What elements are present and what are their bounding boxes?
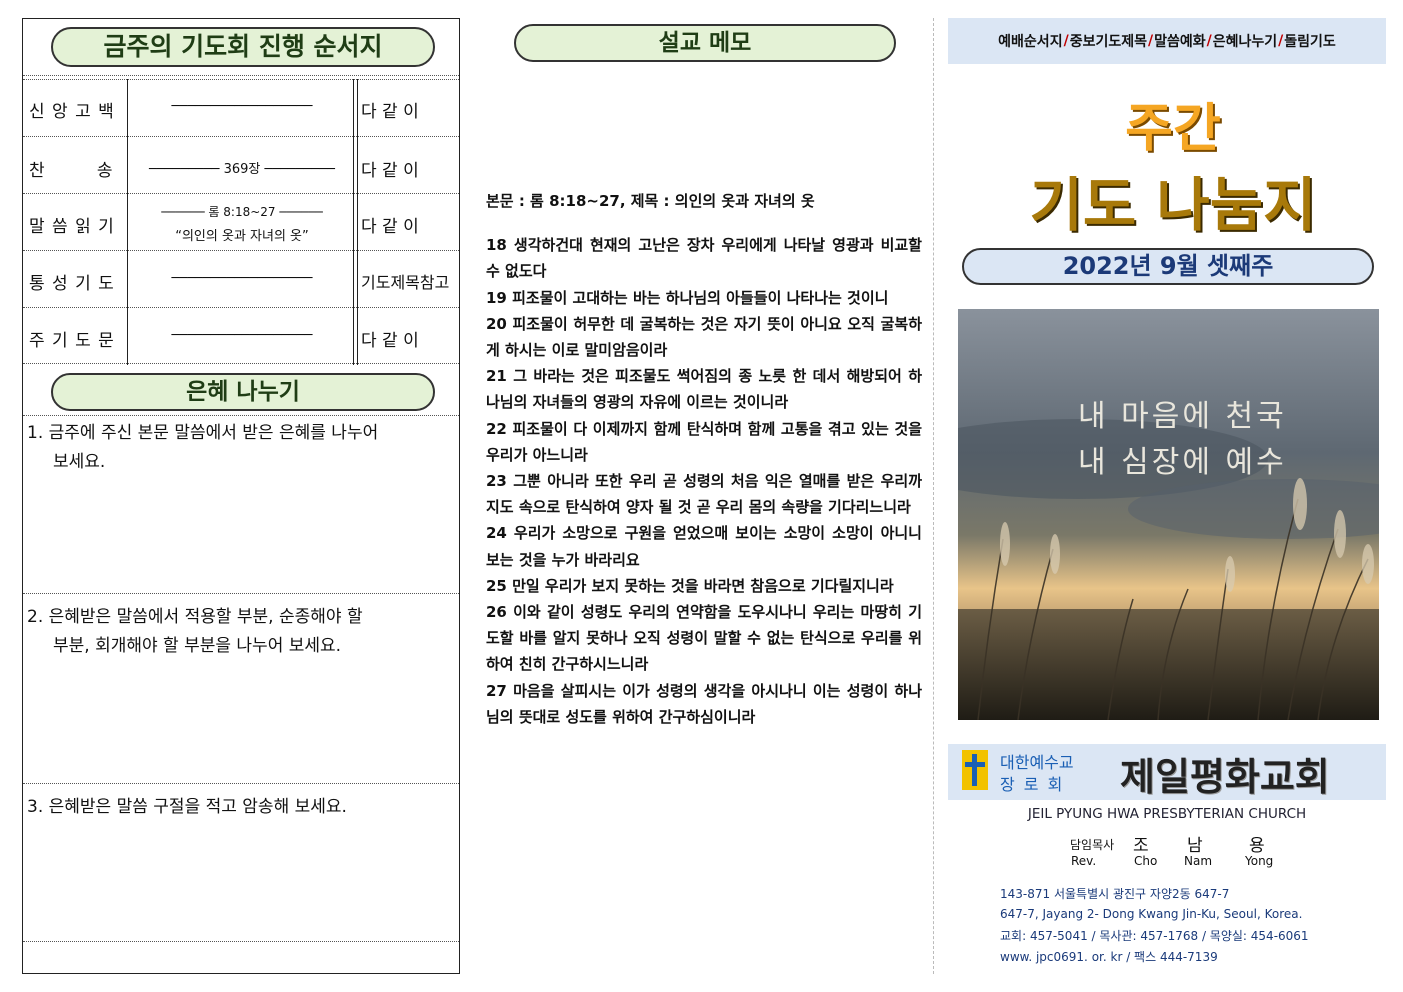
denomination-line2: 장 로 회 bbox=[1000, 775, 1065, 794]
order-row-leader: 다 같 이 bbox=[361, 102, 419, 122]
verse: 24 우리가 소망으로 구원을 얻었으매 보이는 소망이 소망이 아니니 보는 … bbox=[486, 524, 922, 569]
cross-logo-icon bbox=[962, 750, 988, 790]
verse: 21 그 바라는 것은 피조물도 썩어짐의 종 노릇 한 데서 해방되어 하나님… bbox=[486, 367, 922, 412]
table-divider bbox=[127, 79, 128, 365]
separator: / bbox=[1147, 33, 1154, 49]
phone-numbers: 교회: 457-5041 / 목사관: 457-1768 / 목양실: 454-… bbox=[1000, 929, 1309, 943]
order-row-leader: 다 같 이 bbox=[361, 331, 419, 351]
divider bbox=[23, 363, 459, 364]
pastor-label: 담임목사 bbox=[1070, 838, 1115, 852]
order-row-line: ────────────────── bbox=[171, 271, 313, 286]
order-row-label: 주 기 도 문 bbox=[29, 331, 115, 351]
sunset-field-image bbox=[958, 309, 1379, 720]
grace-question-2: 2. 은혜받은 말씀에서 적용할 부분, 순종해야 할 부분, 회개해야 할 부… bbox=[27, 607, 363, 656]
week-date: 2022년 9월 셋째주 bbox=[962, 248, 1374, 285]
separator: / bbox=[1278, 33, 1284, 49]
church-english-name: JEIL PYUNG HWA PRESBYTERIAN CHURCH bbox=[1027, 806, 1307, 822]
order-row-line: ────────────────── bbox=[171, 328, 313, 343]
cover-photo: 내 마음에 천국 내 심장에 예수 bbox=[958, 309, 1379, 720]
order-row-passage: ────── 롬 8:18~27 ────── bbox=[161, 205, 323, 219]
separator: / bbox=[1206, 33, 1212, 49]
order-row-label: 통 성 기 도 bbox=[29, 274, 115, 294]
pastor-eng-name: Yong bbox=[1245, 854, 1274, 868]
order-row-leader: 다 같 이 bbox=[361, 217, 419, 237]
pastor-name-char: 용 bbox=[1249, 836, 1265, 856]
divider bbox=[23, 79, 459, 80]
pastor-eng-name: Cho bbox=[1134, 854, 1158, 868]
church-name: 제일평화교회 bbox=[1120, 755, 1330, 799]
divider bbox=[23, 193, 459, 194]
section-tabs: 예배순서지 / 중보기도제목 / 말씀예화 / 은혜나누기 / 돌림기도 bbox=[948, 18, 1386, 64]
divider bbox=[23, 415, 459, 416]
title-weekly: 주간 bbox=[1125, 99, 1221, 159]
divider bbox=[23, 941, 459, 942]
tab-label: 은혜나누기 bbox=[1212, 34, 1278, 50]
pastor-rev: Rev. bbox=[1071, 854, 1097, 868]
verse: 20 피조물이 허무한 데 굴복하는 것은 자기 뜻이 아니요 오직 굴복하게 … bbox=[486, 314, 922, 360]
denomination-line1: 대한예수교 bbox=[1000, 753, 1074, 772]
verse: 22 피조물이 다 이제까지 함께 탄식하며 함께 고통을 겪고 있는 것을 우… bbox=[486, 419, 922, 464]
verse: 19 피조물이 고대하는 바는 하나님의 아들들이 나타나는 것이니 bbox=[486, 288, 889, 307]
divider bbox=[23, 136, 459, 137]
verse: 25 만일 우리가 보지 못하는 것을 바라면 참음으로 기다릴지니라 bbox=[486, 576, 894, 595]
sermon-text: 본문 : 롬 8:18~27, 제목 : 의인의 옷과 자녀의 옷 18 생각하… bbox=[486, 188, 922, 730]
order-row-label: 찬 송 bbox=[29, 161, 114, 181]
divider bbox=[23, 783, 459, 784]
grace-heading: 은혜 나누기 bbox=[51, 373, 435, 411]
address-korean: 143-871 서울특별시 광진구 자양2동 647-7 bbox=[1000, 887, 1230, 901]
verse: 27 마음을 살피시는 이가 성령의 생각을 아시나니 이는 성령이 하나님의 … bbox=[486, 681, 922, 726]
divider bbox=[23, 250, 459, 251]
verse: 23 그뿐 아니라 또한 우리 곧 성령의 처음 익은 열매를 받은 우리까지도… bbox=[486, 472, 922, 517]
table-divider bbox=[353, 79, 354, 365]
title-prayer-sharing: 기도 나눔지 bbox=[1029, 171, 1317, 239]
pastor-name-char: 남 bbox=[1187, 836, 1203, 856]
separator: / bbox=[1063, 33, 1069, 49]
address-english: 647-7, Jayang 2- Dong Kwang Jin-Ku, Seou… bbox=[1000, 907, 1303, 921]
tab-label: 돌림기도 bbox=[1284, 34, 1336, 50]
grace-question-1: 1. 금주에 주신 본문 말씀에서 받은 은혜를 나누어 보세요. bbox=[27, 423, 379, 472]
church-banner: 대한예수교 장 로 회 제일평화교회 bbox=[948, 744, 1386, 800]
fold-line bbox=[933, 18, 934, 974]
order-row-leader: 다 같 이 bbox=[361, 161, 419, 181]
order-row-hymn: ───────── 369장 ───────── bbox=[149, 162, 335, 177]
website-fax[interactable]: www. jpc0691. or. kr / 팩스 444-7139 bbox=[1000, 948, 1218, 965]
passage-line: 본문 : 롬 8:18~27, 제목 : 의인의 옷과 자녀의 옷 bbox=[486, 192, 815, 210]
order-panel: 금주의 기도회 진행 순서지 신 앙 고 백 ─────────────────… bbox=[22, 18, 460, 974]
verse: 26 이와 같이 성령도 우리의 연약함을 도우시나니 우리는 마땅히 기도할 … bbox=[486, 603, 922, 674]
tab-label: 말씀예화 bbox=[1154, 34, 1206, 50]
pastor-name-char: 조 bbox=[1133, 836, 1149, 856]
tab-label: 예배순서지 bbox=[998, 34, 1063, 50]
photo-caption-line1: 내 마음에 천국 bbox=[1078, 399, 1287, 434]
order-row-sermon-title: “의인의 옷과 자녀의 옷” bbox=[175, 229, 309, 244]
order-row-line: ────────────────── bbox=[171, 99, 313, 114]
tab-label: 중보기도제목 bbox=[1069, 34, 1147, 50]
divider bbox=[23, 307, 459, 308]
photo-caption-line2: 내 심장에 예수 bbox=[1078, 445, 1287, 480]
verse: 18 생각하건대 현재의 고난은 장차 우리에게 나타날 영광과 비교할 수 없… bbox=[486, 236, 922, 281]
pastor-eng-name: Nam bbox=[1184, 854, 1213, 868]
order-row-label: 신 앙 고 백 bbox=[29, 102, 115, 122]
table-divider bbox=[357, 79, 358, 365]
divider bbox=[23, 75, 459, 76]
order-heading: 금주의 기도회 진행 순서지 bbox=[51, 27, 435, 67]
order-row-label: 말 씀 읽 기 bbox=[29, 217, 115, 237]
order-row-leader: 기도제목참고 bbox=[361, 273, 450, 292]
divider bbox=[23, 593, 459, 594]
grace-question-3: 3. 은혜받은 말씀 구절을 적고 암송해 보세요. bbox=[27, 797, 347, 817]
sermon-memo-heading: 설교 메모 bbox=[514, 24, 896, 62]
